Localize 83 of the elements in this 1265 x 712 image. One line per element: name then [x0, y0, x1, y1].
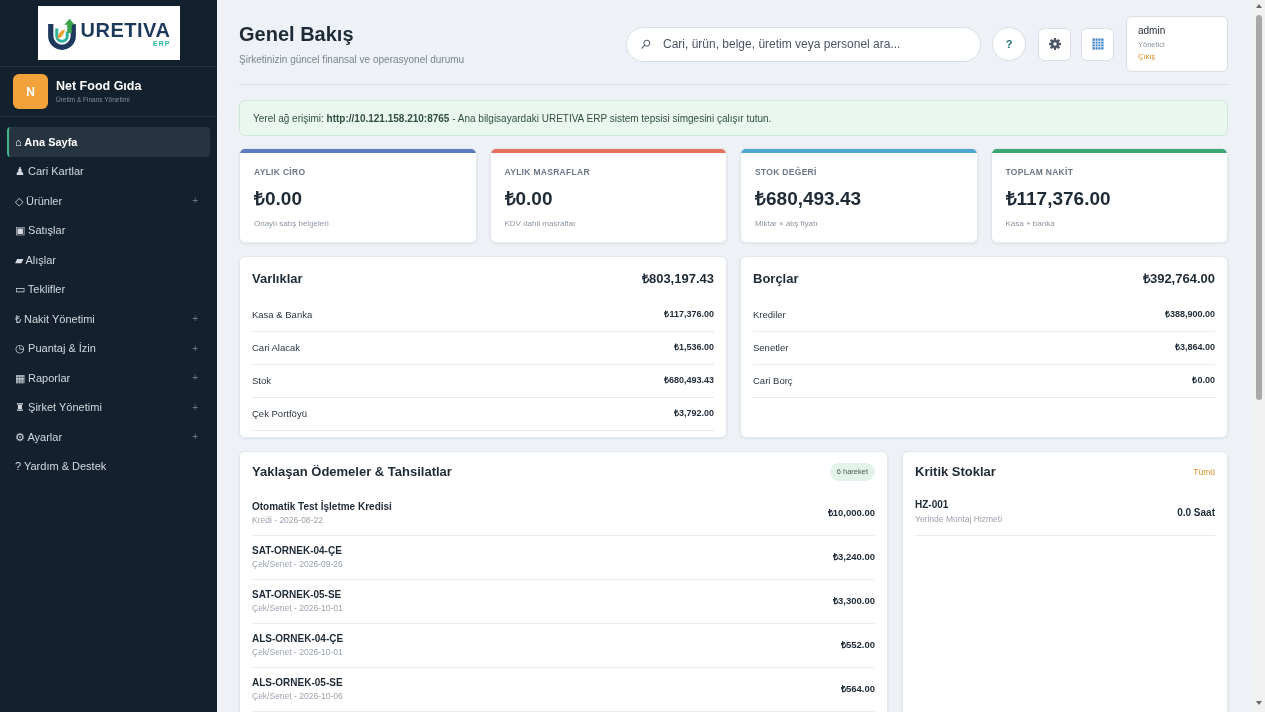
row-label: Çek Portföyü [252, 406, 307, 421]
kpi-note: KDV dahil masraflar [504, 217, 577, 230]
user-name: admin [1138, 25, 1167, 38]
row-amount: ₺0.00 [1192, 374, 1215, 388]
plus-icon: + [192, 193, 198, 209]
stock-code: HZ-001 [915, 499, 950, 512]
row-label: Senetler [753, 340, 789, 355]
kpi-value: ₺0.00 [504, 186, 554, 211]
entry-title: SAT-ORNEK-05-SE [252, 588, 343, 602]
nav-item[interactable]: ⚙ Ayarlar + [7, 422, 210, 452]
nav-item[interactable]: ▦ Raporlar + [7, 363, 210, 393]
entry-subtitle: Çek/Senet - 2026-09-26 [252, 559, 343, 571]
nav-item[interactable]: ◇ Ürünler + [7, 186, 210, 216]
row-label: Krediler [753, 307, 786, 322]
card-total: ₺392,764.00 [1142, 270, 1215, 289]
notice-text: Yerel ağ erişimi: http://10.121.158.210:8765 - Ana bilgisayardaki URETIVA ERP sistem tepsisi simgesini çalışır tutun. [253, 111, 772, 126]
search-field[interactable]: Cari, ürün, belge, üretim veya personel ara... [626, 26, 981, 62]
nav-item[interactable]: ? Yardım & Destek [7, 451, 210, 481]
entry-title: SAT-ORNEK-04-ÇE [252, 544, 343, 558]
entry-amount: ₺564.00 [840, 682, 875, 697]
entry-subtitle: Kredi - 2026-08-22 [252, 515, 324, 527]
entry-amount: ₺3,240.00 [833, 550, 875, 565]
entry-amount: ₺3,300.00 [833, 594, 875, 609]
row-label: Kasa & Banka [252, 307, 313, 322]
row-label: Cari Borç [753, 373, 793, 388]
page-title: Genel Bakış [239, 21, 355, 47]
entry-subtitle: Çek/Senet - 2026-10-06 [252, 691, 343, 703]
plus-icon: + [192, 340, 198, 356]
nav-item[interactable]: ▰ Alışlar [7, 245, 210, 275]
company-avatar: N [13, 74, 48, 109]
entry-title: Otomatik Test İşletme Kredisi [252, 500, 392, 514]
entry-title: ALS-ORNEK-05-SE [252, 676, 343, 690]
row-amount: ₺3,864.00 [1174, 341, 1215, 355]
stock-quantity: 0.0 Saat [1177, 505, 1215, 520]
plus-icon: + [192, 311, 198, 327]
row-amount: ₺117,376.00 [664, 308, 714, 322]
nav-item[interactable]: ♟ Cari Kartlar [7, 156, 210, 186]
card-title: Borçlar [753, 270, 799, 289]
entry-amount: ₺10,000.00 [827, 506, 875, 521]
settings-icon [1048, 38, 1061, 50]
entry-amount: ₺552.00 [840, 638, 875, 653]
nav-item[interactable]: ▣ Satışlar [7, 215, 210, 245]
page-subtitle: Şirketinizin güncel finansal ve operasyonel durumu [239, 52, 465, 67]
search-icon [641, 38, 651, 49]
entry-title: ALS-ORNEK-04-ÇE [252, 632, 344, 646]
nav-item[interactable]: ♜ Şirket Yönetimi + [7, 392, 210, 422]
settings-button[interactable] [1038, 27, 1071, 61]
entry-subtitle: Çek/Senet - 2026-10-01 [252, 647, 344, 659]
logo-mark-icon [46, 16, 77, 50]
kpi-label: AYLIK CİRO [254, 166, 307, 179]
row-label: Cari Alacak [252, 340, 301, 355]
entry-subtitle: Çek/Senet - 2026-10-01 [252, 603, 343, 615]
row-amount: ₺680,493.43 [663, 374, 714, 388]
card-title: Kritik Stoklar [915, 463, 996, 482]
kpi-value: ₺117,376.00 [1005, 186, 1112, 211]
card-total: ₺803,197.43 [641, 270, 714, 289]
nav-item[interactable]: ▭ Teklifler [7, 274, 210, 304]
nav-item[interactable]: ◷ Puantaj & İzin + [7, 333, 210, 363]
row-label: Stok [252, 373, 271, 388]
card-title: Varlıklar [252, 270, 303, 289]
help-button[interactable]: ? [992, 27, 1026, 61]
kpi-label: TOPLAM NAKİT [1005, 166, 1075, 179]
kpi-label: STOK DEĞERİ [755, 166, 818, 179]
logo-text: URETIVA [80, 19, 171, 40]
row-amount: ₺388,900.00 [1164, 308, 1215, 322]
plus-icon: + [192, 399, 198, 415]
grid-button[interactable] [1081, 27, 1114, 61]
kpi-value: ₺680,493.43 [755, 186, 863, 211]
card-title: Yaklaşan Ödemeler & Tahsilatlar [252, 463, 452, 482]
kpi-label: AYLIK MASRAFLAR [504, 166, 591, 179]
row-amount: ₺1,536.00 [673, 341, 714, 355]
row-amount: ₺3,792.00 [673, 407, 714, 421]
kpi-note: Kasa + banka [1005, 217, 1056, 230]
kpi-note: Miktar × alış fiyatı [755, 217, 819, 230]
kpi-value: ₺0.00 [254, 186, 303, 211]
plus-icon: + [192, 370, 198, 386]
company-name: Net Food Gıda [56, 79, 142, 95]
kpi-note: Onaylı satış belgeleri [254, 217, 330, 230]
plus-icon: + [192, 429, 198, 445]
nav-item[interactable]: ⌂ Ana Sayfa [7, 127, 210, 157]
nav-item[interactable]: ₺ Nakit Yönetimi + [7, 304, 210, 334]
stock-name: Yerinde Montaj Hizmeti [915, 513, 1003, 525]
grid-icon [1091, 38, 1104, 50]
